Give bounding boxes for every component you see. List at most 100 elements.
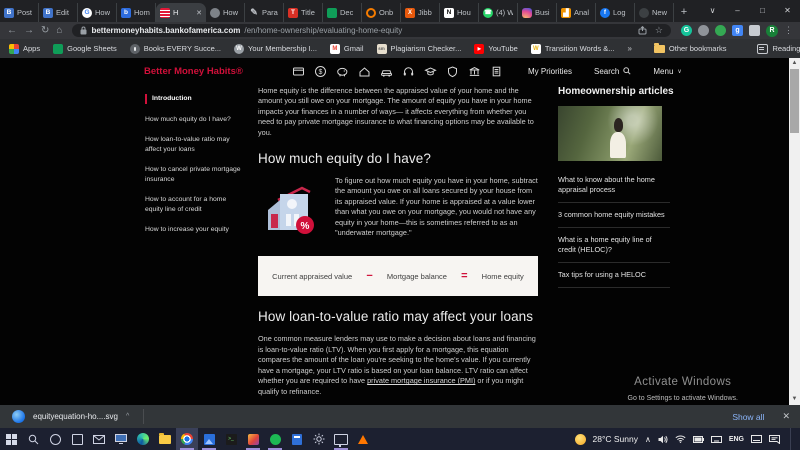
- cortana-button[interactable]: [44, 428, 66, 450]
- profile-avatar[interactable]: R: [766, 25, 778, 37]
- reload-button[interactable]: ↻: [41, 26, 49, 36]
- browser-tab[interactable]: Busi: [518, 3, 557, 22]
- bookmark-apps[interactable]: Apps: [9, 44, 40, 54]
- dollar-coin-icon[interactable]: $: [314, 65, 327, 78]
- bookmark-transition-words[interactable]: Transition Words &...: [531, 44, 615, 54]
- green-app-button[interactable]: [264, 428, 286, 450]
- start-button[interactable]: [0, 428, 22, 450]
- action-center-icon[interactable]: [769, 435, 780, 444]
- toc-item-ltv-ratio[interactable]: How loan-to-value ratio may affect your …: [145, 135, 245, 154]
- toc-item-increase-equity[interactable]: How to increase your equity: [145, 225, 245, 235]
- bookmark-star-icon[interactable]: ☆: [655, 25, 663, 36]
- new-tab-button[interactable]: +: [674, 2, 694, 22]
- back-button[interactable]: ←: [7, 26, 17, 36]
- related-article-link[interactable]: Tax tips for using a HELOC: [558, 263, 670, 288]
- browser-tab[interactable]: Jibb: [401, 3, 440, 22]
- weather-text[interactable]: 28°C Sunny: [593, 434, 638, 444]
- chrome-button[interactable]: [176, 428, 198, 450]
- browser-menu-kebab-icon[interactable]: ⋮: [784, 25, 793, 36]
- piggy-bank-icon[interactable]: [336, 65, 349, 78]
- browser-tab[interactable]: How: [78, 3, 117, 22]
- tab-close-icon[interactable]: ✕: [196, 9, 202, 17]
- taskbar-search-button[interactable]: [22, 428, 44, 450]
- bookmark-books[interactable]: Books EVERY Succe...: [130, 44, 221, 54]
- touch-keyboard-icon[interactable]: [751, 435, 762, 443]
- car-icon[interactable]: [380, 65, 393, 78]
- maximize-button[interactable]: □: [750, 0, 775, 22]
- browser-tab[interactable]: Hou: [440, 3, 479, 22]
- browser-tab[interactable]: Para: [245, 3, 284, 22]
- password-manager-button[interactable]: [242, 428, 264, 450]
- display-button[interactable]: [110, 428, 132, 450]
- browser-tab[interactable]: How: [206, 3, 245, 22]
- download-caret-icon[interactable]: ^: [126, 413, 129, 420]
- home-button[interactable]: ⌂: [56, 26, 62, 36]
- extensions-puzzle-icon[interactable]: [749, 25, 760, 36]
- home-icon[interactable]: [358, 65, 371, 78]
- volume-icon[interactable]: [658, 435, 668, 444]
- terminal-button[interactable]: [220, 428, 242, 450]
- search-link[interactable]: Search: [594, 67, 631, 76]
- green-extension-icon[interactable]: [715, 25, 726, 36]
- related-article-link[interactable]: What to know about the home appraisal pr…: [558, 168, 670, 203]
- my-priorities-link[interactable]: My Priorities: [528, 67, 572, 76]
- page-scrollbar[interactable]: ▲ ▼: [789, 58, 800, 405]
- bank-icon[interactable]: [468, 65, 481, 78]
- forward-button[interactable]: →: [24, 26, 34, 36]
- file-explorer-button[interactable]: [154, 428, 176, 450]
- related-article-link[interactable]: 3 common home equity mistakes: [558, 203, 670, 228]
- photos-button[interactable]: [198, 428, 220, 450]
- bookmark-youtube[interactable]: YouTube: [474, 44, 517, 54]
- related-article-link[interactable]: What is a home equity line of credit (HE…: [558, 228, 670, 263]
- bookmark-plagiarism[interactable]: Plagiarism Checker...: [377, 44, 462, 54]
- show-desktop-button[interactable]: [790, 428, 794, 450]
- language-indicator[interactable]: ENG: [729, 436, 744, 443]
- document-icon[interactable]: [490, 65, 503, 78]
- scroll-down-arrow-icon[interactable]: ▼: [789, 394, 800, 405]
- panda-extension-icon[interactable]: [698, 25, 709, 36]
- toc-item-heloc[interactable]: How to account for a home equity line of…: [145, 195, 245, 214]
- connect-button[interactable]: [330, 428, 352, 450]
- translate-extension-icon[interactable]: [732, 25, 743, 36]
- hidden-icons-chevron[interactable]: ∧: [645, 435, 651, 444]
- mail-button[interactable]: [88, 428, 110, 450]
- keyboard-icon[interactable]: [711, 436, 722, 443]
- grammarly-extension-icon[interactable]: [681, 25, 692, 36]
- tab-search-icon[interactable]: ∨: [700, 0, 725, 22]
- browser-tab[interactable]: Post: [0, 3, 39, 22]
- toc-item-how-much-equity[interactable]: How much equity do I have?: [145, 115, 245, 125]
- browser-tab[interactable]: Edit: [39, 3, 78, 22]
- close-download-bar-icon[interactable]: ✕: [782, 411, 790, 422]
- browser-tab[interactable]: Log: [596, 3, 635, 22]
- shield-icon[interactable]: [446, 65, 459, 78]
- browser-tab[interactable]: New: [635, 3, 674, 22]
- appraisal-article-photo[interactable]: [558, 106, 662, 161]
- headset-icon[interactable]: [402, 65, 415, 78]
- wifi-icon[interactable]: [675, 435, 686, 443]
- browser-tab[interactable]: Dec: [323, 3, 362, 22]
- browser-tab[interactable]: Title: [284, 3, 323, 22]
- bookmark-google-sheets[interactable]: Google Sheets: [53, 44, 117, 54]
- vlc-button[interactable]: [352, 428, 374, 450]
- better-money-habits-logo[interactable]: Better Money Habits®: [144, 66, 243, 77]
- show-all-downloads-link[interactable]: Show all: [732, 412, 764, 422]
- menu-link[interactable]: Menu∨: [653, 67, 681, 76]
- pmi-link[interactable]: private mortgage insurance (PMI): [367, 376, 475, 385]
- bookmarks-overflow-icon[interactable]: »: [627, 44, 631, 53]
- scrollbar-thumb[interactable]: [790, 69, 799, 133]
- scroll-up-arrow-icon[interactable]: ▲: [789, 58, 800, 69]
- browser-tab[interactable]: Hom: [117, 3, 156, 22]
- bookmark-membership[interactable]: Your Membership I...: [234, 44, 317, 54]
- weather-sun-icon[interactable]: [575, 434, 586, 445]
- settings-button[interactable]: [308, 428, 330, 450]
- battery-icon[interactable]: [693, 436, 704, 443]
- address-bar[interactable]: bettermoneyhabits.bankofamerica.com/en/h…: [72, 24, 671, 37]
- browser-tab[interactable]: Onb: [362, 3, 401, 22]
- toc-item-introduction[interactable]: Introduction: [145, 94, 245, 104]
- other-bookmarks-button[interactable]: Other bookmarks: [654, 44, 727, 53]
- task-view-button[interactable]: [66, 428, 88, 450]
- calculator-button[interactable]: [286, 428, 308, 450]
- close-window-button[interactable]: ✕: [775, 0, 800, 22]
- download-filename[interactable]: equityequation-ho....svg: [33, 412, 118, 421]
- browser-tab[interactable]: (4) W: [479, 3, 518, 22]
